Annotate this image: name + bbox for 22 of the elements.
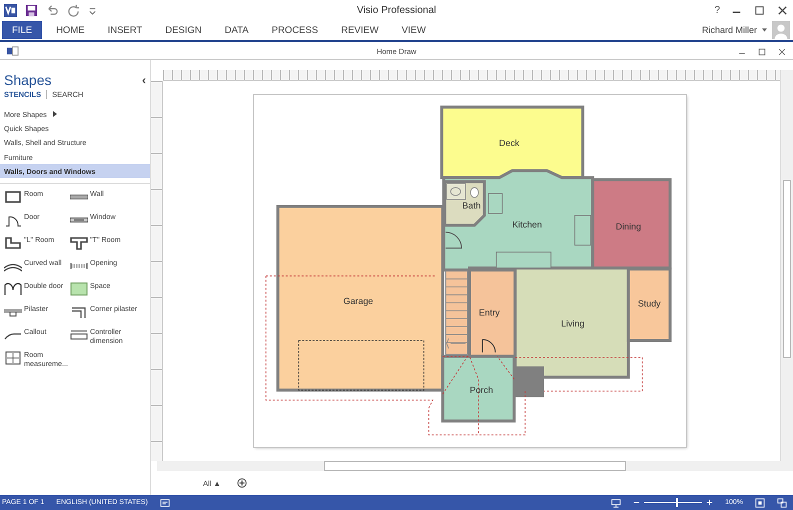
room-label: Garage	[342, 296, 373, 306]
ribbon-tab[interactable]: FILE	[2, 21, 42, 39]
ribbon-tab[interactable]: HOME	[47, 21, 94, 39]
ribbon-tab[interactable]: DATA	[216, 21, 258, 39]
ribbon-tab[interactable]: INSERT	[98, 21, 152, 39]
room-label: Deck	[498, 138, 519, 148]
room-label: Entry	[478, 308, 500, 318]
ribbon-tab[interactable]: VIEW	[392, 21, 435, 39]
room-label: Dining	[615, 221, 641, 232]
panel-title: Shapes	[4, 72, 52, 88]
window-title: Visio Professional	[356, 4, 436, 16]
room-label: Kitchen	[512, 219, 542, 230]
user-name[interactable]: Richard Miller	[702, 25, 757, 35]
room-label: Bath	[462, 200, 480, 210]
ribbon-tab[interactable]: PROCESS	[262, 21, 328, 39]
collapse-button[interactable]: ‹	[142, 73, 146, 87]
room-label: Porch	[469, 385, 493, 396]
ribbon-tab[interactable]: DESIGN	[156, 21, 211, 39]
ribbon-tab[interactable]: REVIEW	[332, 21, 388, 39]
room-label: Study	[637, 298, 660, 309]
help-button[interactable]: ?	[714, 4, 720, 16]
room-label: Living	[560, 318, 584, 329]
